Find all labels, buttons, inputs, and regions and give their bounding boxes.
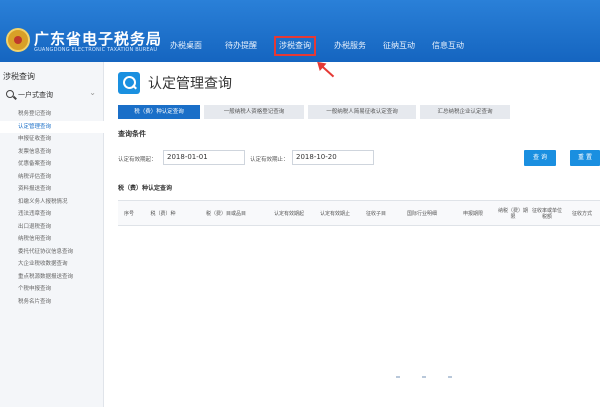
result-section-title: 税（费）种认定查询: [118, 185, 173, 192]
reset-button[interactable]: 重 置: [570, 150, 600, 166]
nav-desktop[interactable]: 办税桌面: [168, 36, 204, 56]
column-header: 国际行业明细: [406, 210, 437, 217]
nav-tax-query[interactable]: 涉税查询: [274, 36, 316, 56]
horizontal-scrollbar[interactable]: [396, 376, 476, 379]
sidebar-item-certification[interactable]: 认定管理查询: [0, 120, 104, 133]
search-icon: [6, 90, 14, 98]
column-header: 申报期限: [462, 210, 483, 217]
sidebar-item-tax-card[interactable]: 税务名片查询: [0, 296, 104, 308]
sidebar-item-declaration[interactable]: 申报征收查询: [0, 133, 104, 145]
tab-consolidated[interactable]: 汇总纳税企业认定查询: [420, 105, 510, 119]
sidebar-item-key-source[interactable]: 重点税源数据报送查询: [0, 271, 104, 283]
sidebar-item-assessment[interactable]: 纳税评估查询: [0, 171, 104, 183]
chevron-down-icon: ⌄: [89, 88, 96, 97]
tax-emblem-icon: [6, 28, 30, 52]
site-title: 广东省电子税务局: [34, 30, 163, 48]
sidebar-group-toggle[interactable]: 一户式查询 ⌄: [4, 88, 100, 103]
column-header: 纳税（费）期限: [497, 207, 528, 221]
sidebar-item-preference[interactable]: 优惠备案查询: [0, 158, 104, 170]
sidebar-item-withholding[interactable]: 扣缴义务人报税情况: [0, 196, 104, 208]
nav-reminders[interactable]: 待办提醒: [223, 36, 259, 56]
column-header: 税（费）目或品目: [205, 210, 246, 217]
tab-simple-levy[interactable]: 一般纳税人简易征收认定查询: [308, 105, 416, 119]
tab-tax-type-certification[interactable]: 税（费）种认定查询: [118, 105, 200, 119]
site-subtitle: GUANGDONG ELECTRONIC TAXATION BUREAU: [34, 47, 158, 53]
results-table-header: 序号 税（费）种 税（费）目或品目 认定有效期起 认定有效期止 征收子目 国际行…: [118, 200, 600, 226]
nav-info-interaction[interactable]: 信息互动: [430, 36, 466, 56]
column-header: 征收率或单位税额: [531, 207, 562, 221]
query-section-title: 查询条件: [118, 130, 146, 138]
tab-general-taxpayer[interactable]: 一般纳税人资格登记查询: [204, 105, 304, 119]
end-date-input[interactable]: 2018-10-20: [292, 150, 374, 165]
start-date-label: 认定有效期起：: [118, 157, 157, 163]
column-header: 认定有效期止: [319, 210, 350, 217]
sidebar-item-credit[interactable]: 纳税信用查询: [0, 233, 104, 245]
query-button[interactable]: 查 询: [524, 150, 556, 166]
column-header: 税（费）种: [150, 210, 176, 217]
sidebar-item-violation[interactable]: 违法违章查询: [0, 208, 104, 220]
sidebar-item-personal-tax[interactable]: 个税申报查询: [0, 283, 104, 295]
sidebar-group-label: 一户式查询: [18, 91, 53, 99]
column-header: 序号: [123, 210, 134, 217]
start-date-input[interactable]: 2018-01-01: [163, 150, 245, 165]
sidebar-header: 涉税查询: [3, 72, 35, 81]
end-date-label: 认定有效期止：: [250, 157, 289, 163]
sidebar-item-registration[interactable]: 税务登记查询: [0, 108, 104, 120]
nav-interaction[interactable]: 征纳互动: [381, 36, 417, 56]
sidebar-item-large-enterprise[interactable]: 大企业税收数据查询: [0, 258, 104, 270]
sidebar-item-export-refund[interactable]: 出口退税查询: [0, 221, 104, 233]
results-table-body: [118, 226, 600, 402]
column-header: 认定有效期起: [273, 210, 304, 217]
page-title: 认定管理查询: [148, 76, 232, 92]
sidebar: 涉税查询 一户式查询 ⌄ 税务登记查询 认定管理查询 申报征收查询 发票信息查询…: [0, 62, 104, 407]
column-header: 征收子目: [365, 210, 386, 217]
sidebar-item-materials[interactable]: 资料报送查询: [0, 183, 104, 195]
main-content: 认定管理查询 税（费）种认定查询 一般纳税人资格登记查询 一般纳税人简易征收认定…: [104, 62, 600, 407]
sidebar-item-invoice[interactable]: 发票信息查询: [0, 146, 104, 158]
nav-tax-service[interactable]: 办税服务: [332, 36, 368, 56]
column-header: 征收方式: [571, 210, 592, 217]
sidebar-item-entrusted[interactable]: 委托代征协议信息查询: [0, 246, 104, 258]
top-header: 广东省电子税务局 GUANGDONG ELECTRONIC TAXATION B…: [0, 0, 600, 62]
search-icon: [118, 72, 140, 94]
